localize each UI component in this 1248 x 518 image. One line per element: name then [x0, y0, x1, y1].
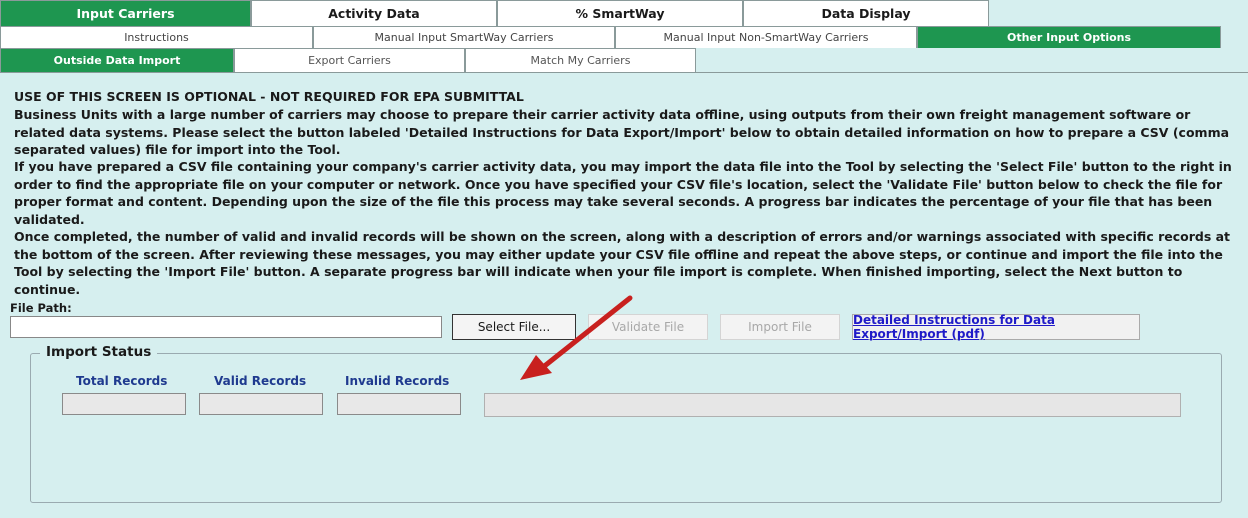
red-pointer-arrow-icon [520, 295, 633, 380]
app-window: Input Carriers Activity Data % SmartWay … [0, 0, 1248, 518]
